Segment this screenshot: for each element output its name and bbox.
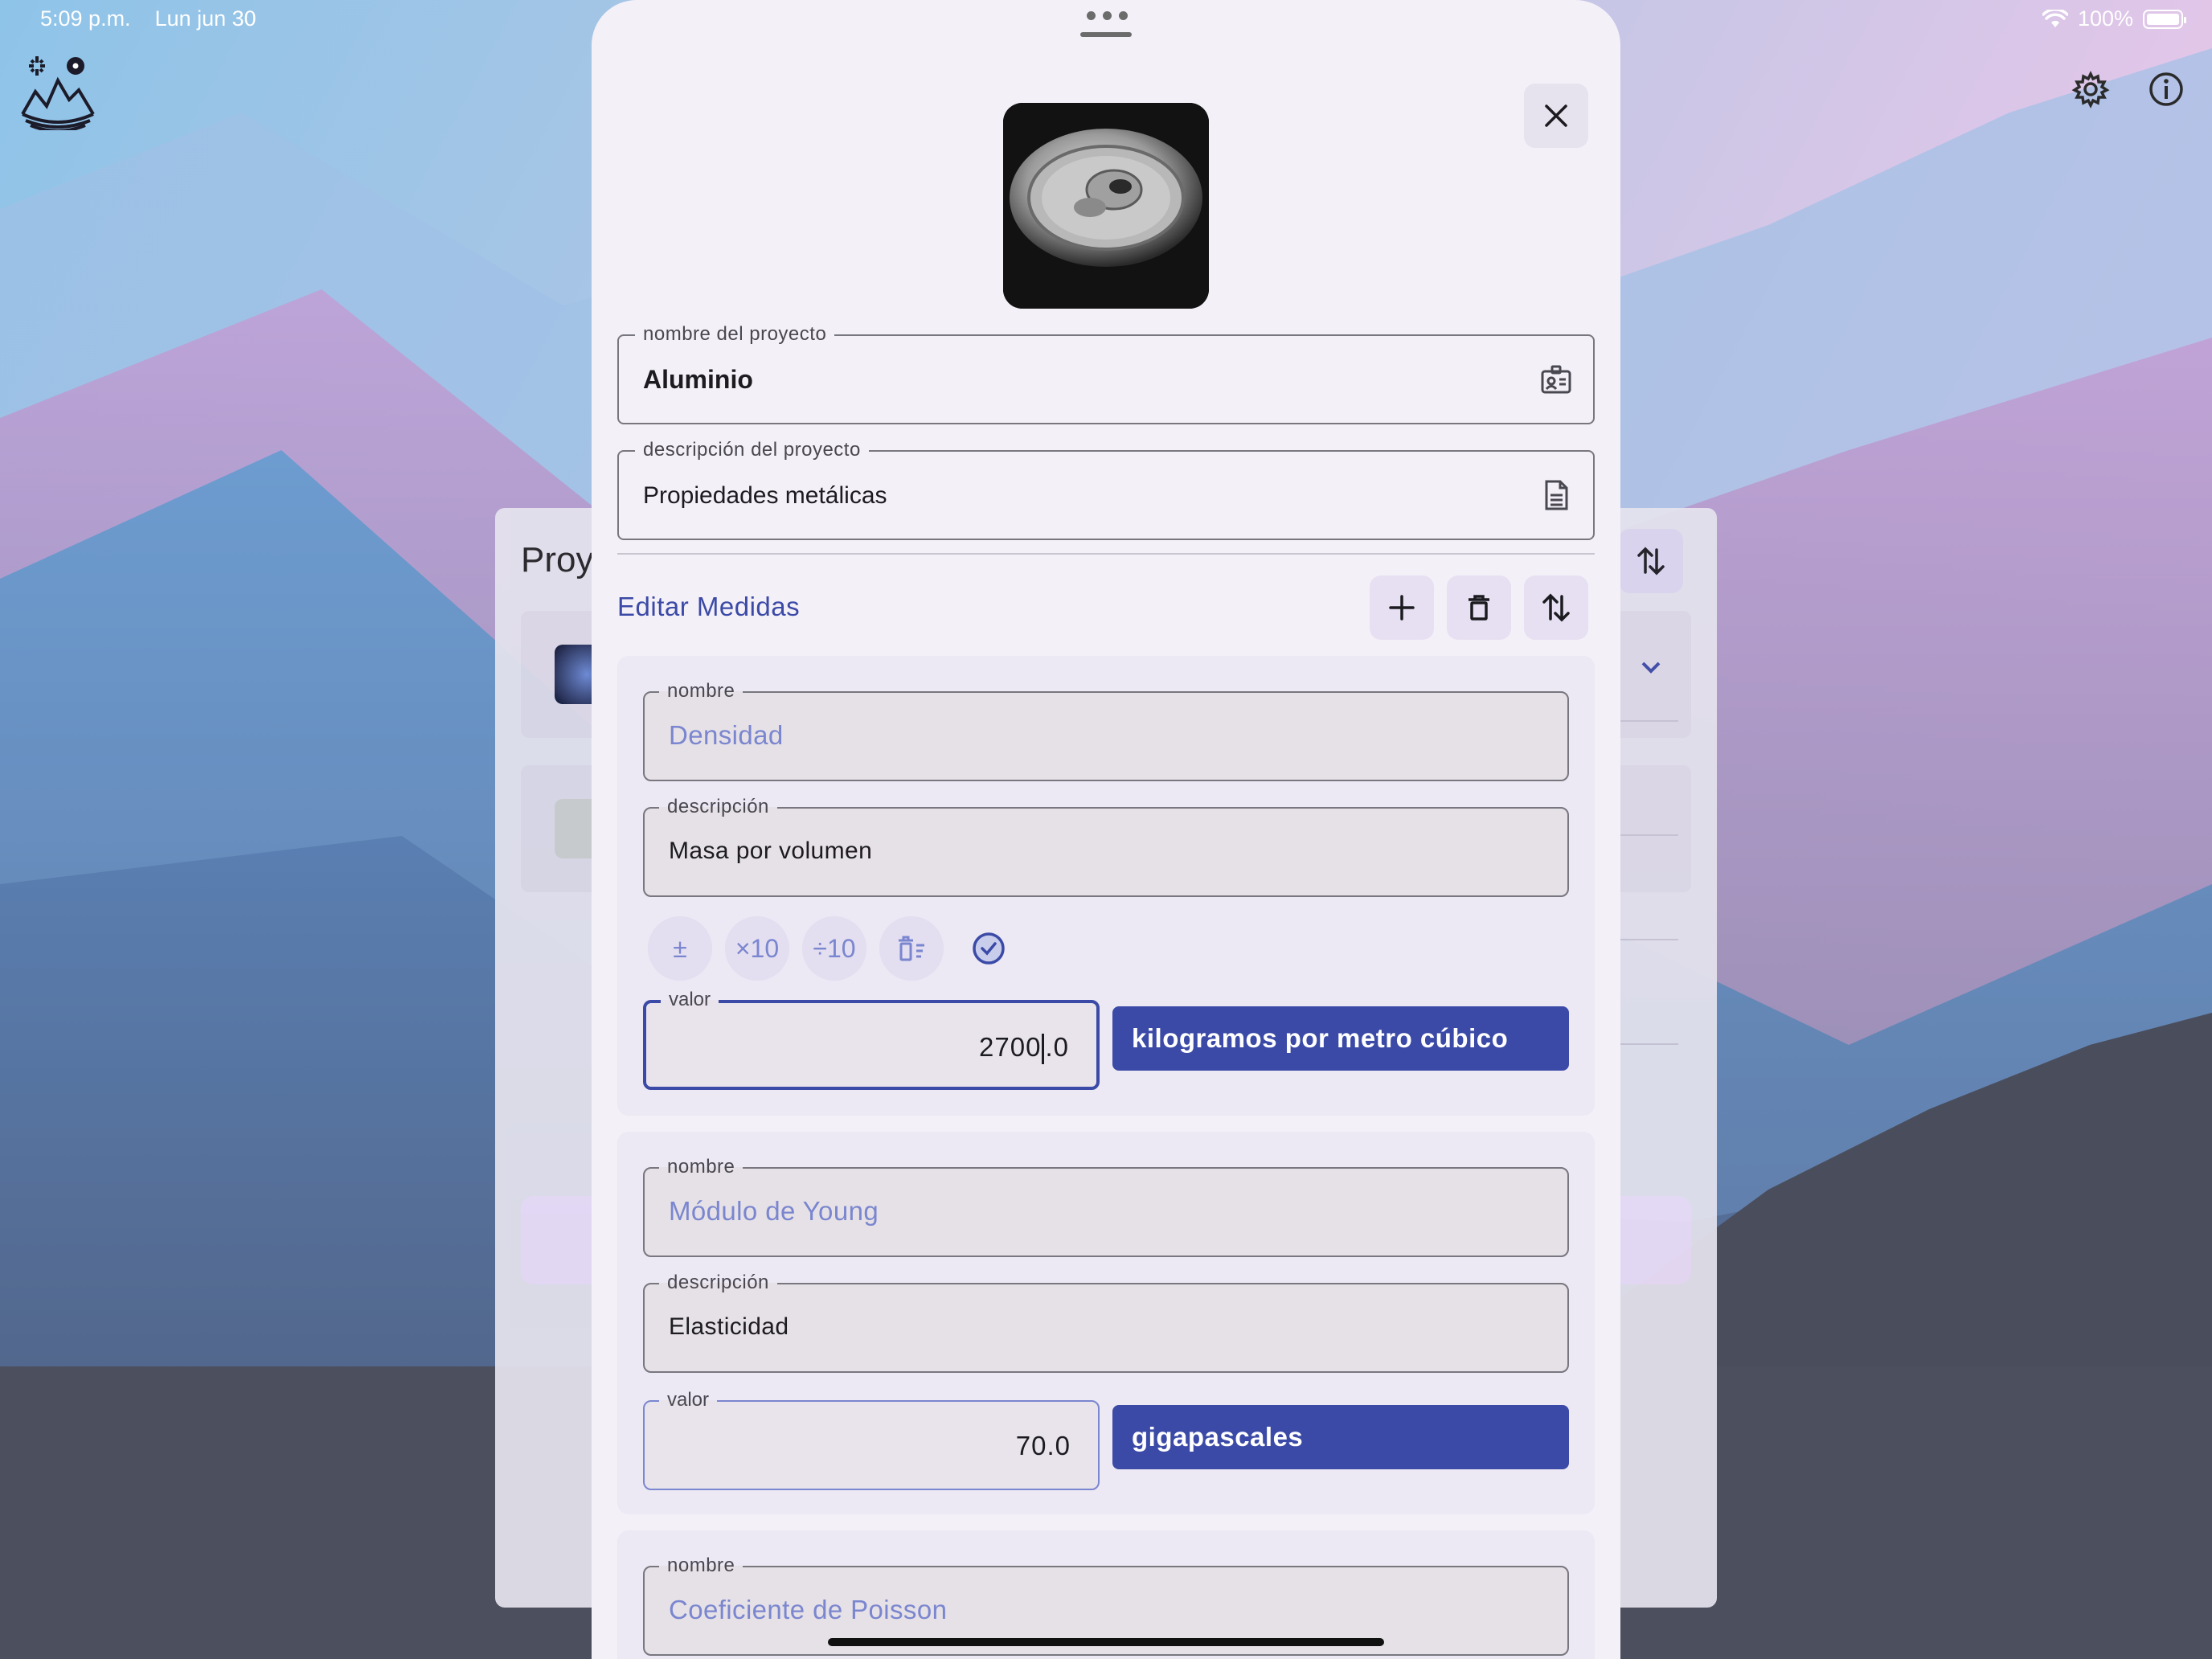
status-bar-right: 100% — [2042, 6, 2186, 31]
document-icon — [1545, 480, 1568, 510]
id-card-icon — [1541, 365, 1571, 394]
project-image[interactable] — [1003, 103, 1209, 309]
projects-title: Proy — [521, 540, 594, 580]
project-description-value: Propiedades metálicas — [643, 482, 887, 509]
unit-selector-button[interactable]: gigapascales — [1112, 1405, 1569, 1469]
sort-icon — [1637, 547, 1665, 576]
delete-measure-button[interactable] — [1447, 576, 1511, 640]
measure-value-label: valor — [659, 1389, 718, 1411]
multiply-by-ten-button[interactable]: ×10 — [725, 916, 789, 981]
confirm-button[interactable] — [956, 916, 1021, 981]
project-description-field[interactable]: descripción del proyecto Propiedades met… — [617, 439, 1595, 540]
battery-percent: 100% — [2077, 6, 2133, 31]
measure-value: 70.0 — [1015, 1431, 1071, 1460]
measure-description-field[interactable]: descripción Masa por volumen — [643, 796, 1569, 897]
measure-value-field[interactable]: valor 70.0 — [643, 1389, 1100, 1490]
measure-name-field[interactable]: nombre Módulo de Young — [643, 1156, 1569, 1257]
measure-value-field[interactable]: valor 2700.0 — [643, 989, 1100, 1090]
measure-card: nombre Densidad descripción Masa por vol… — [617, 656, 1595, 1116]
measure-name-value: Coeficiente de Poisson — [669, 1595, 948, 1624]
project-description-label: descripción del proyecto — [635, 439, 869, 461]
measure-card: nombre Módulo de Young descripción Elast… — [617, 1132, 1595, 1514]
measure-name-field[interactable]: nombre Densidad — [643, 680, 1569, 781]
sort-button-background[interactable] — [1619, 529, 1683, 593]
battery-icon — [2143, 9, 2186, 29]
divide-by-ten-button[interactable]: ÷10 — [802, 916, 866, 981]
project-name-field[interactable]: nombre del proyecto Aluminio — [617, 323, 1595, 424]
sort-measures-button[interactable] — [1524, 576, 1588, 640]
home-indicator[interactable] — [828, 1638, 1384, 1646]
measure-name-value: Módulo de Young — [669, 1196, 879, 1226]
measure-name-label: nombre — [659, 1555, 743, 1577]
measure-description-label: descripción — [659, 1272, 777, 1294]
measure-description-value: Masa por volumen — [669, 838, 873, 864]
can-top-image — [1003, 103, 1209, 309]
info-icon[interactable] — [2146, 69, 2186, 109]
measure-value-label: valor — [661, 989, 719, 1011]
delete-sweep-icon — [899, 936, 924, 961]
measure-description-label: descripción — [659, 796, 777, 818]
add-icon — [1389, 595, 1415, 621]
sort-icon — [1542, 593, 1570, 622]
clear-value-button[interactable] — [879, 916, 944, 981]
measure-name-label: nombre — [659, 1156, 743, 1178]
chevron-down-icon[interactable] — [1635, 651, 1667, 683]
status-bar-left: 5:09 p.m. Lun jun 30 — [40, 6, 256, 31]
more-dots-icon[interactable] — [1087, 11, 1128, 20]
divider — [617, 553, 1595, 555]
sheet-grabber[interactable] — [1080, 32, 1132, 37]
close-button[interactable] — [1524, 84, 1588, 148]
status-time: 5:09 p.m. — [40, 6, 131, 31]
measure-description-field[interactable]: descripción Elasticidad — [643, 1272, 1569, 1373]
toggle-sign-button[interactable]: ± — [648, 916, 712, 981]
app-logo-icon — [21, 56, 95, 130]
measure-description-value: Elasticidad — [669, 1313, 789, 1340]
trash-icon — [1469, 595, 1489, 621]
project-name-label: nombre del proyecto — [635, 323, 835, 346]
add-measure-button[interactable] — [1370, 576, 1434, 640]
close-icon — [1545, 104, 1567, 127]
project-name-value: Aluminio — [643, 365, 753, 394]
settings-gear-icon[interactable] — [2071, 69, 2111, 109]
measure-value: 2700.0 — [979, 1032, 1069, 1065]
status-date: Lun jun 30 — [154, 6, 256, 31]
section-title: Editar Medidas — [617, 592, 801, 621]
wifi-icon — [2042, 9, 2068, 27]
measure-name-value: Densidad — [669, 720, 784, 750]
measure-name-label: nombre — [659, 680, 743, 703]
edit-project-sheet: nombre del proyecto Aluminio descripción… — [592, 0, 1620, 1659]
check-circle-icon — [973, 932, 1005, 965]
unit-selector-button[interactable]: kilogramos por metro cúbico — [1112, 1006, 1569, 1071]
